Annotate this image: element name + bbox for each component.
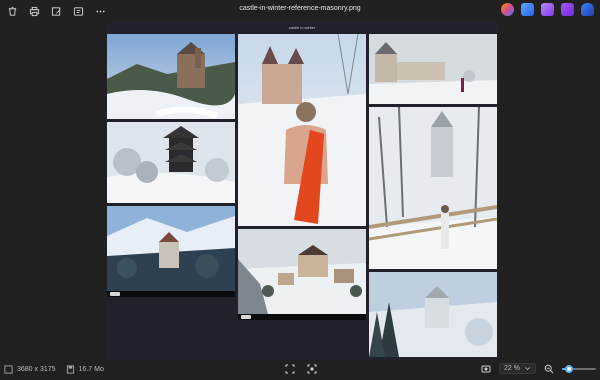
clipchamp-icon[interactable] [541,3,554,16]
designer-icon[interactable] [521,3,534,16]
zoom-controls: 22 % [481,363,596,374]
chevron-down-icon [525,367,530,371]
zoom-out-icon[interactable] [544,364,554,374]
file-size-icon [66,365,74,374]
image-title-text: castle in winter [288,25,316,30]
photo-pagoda-castle [107,122,235,203]
status-bar: 3680 x 3175 16.7 Mo 22 % [0,360,600,380]
photo-credit-bar [107,291,235,297]
photo-neuschwanstein-fence [369,107,497,269]
copilot-icon[interactable] [501,3,514,16]
image-dimensions-text: 3680 x 3175 [17,366,56,373]
photo-woman-red-scarf [238,34,366,226]
photo-bran-castle [107,206,235,291]
image-viewer-canvas[interactable]: castle in winter [0,22,600,360]
image-dimensions-icon [4,365,13,374]
photo-castle-forest [369,272,497,357]
screenshot-icon[interactable] [481,364,491,374]
photo-chateau-snow [369,34,497,104]
photo-castle-hill [107,34,235,119]
file-size-text: 16.7 Mo [78,366,104,373]
zoom-slider[interactable] [562,364,596,374]
masonry-image: castle in winter [106,22,498,360]
zoom-dropdown[interactable]: 22 % [499,363,536,374]
actual-size-icon[interactable] [307,364,317,374]
photo-village-castle [238,229,366,314]
toolbar-app-icons [501,3,594,16]
fit-to-window-icon[interactable] [285,364,295,374]
clipchamp-video-icon[interactable] [561,3,574,16]
zoom-slider-thumb[interactable] [565,364,574,373]
zoom-value: 22 % [504,365,520,372]
onedrive-icon[interactable] [581,3,594,16]
top-toolbar: castle-in-winter-reference-masonry.png [0,0,600,22]
image-info: 3680 x 3175 16.7 Mo [4,365,104,374]
photo-credit-bar [238,314,366,320]
view-controls [285,364,317,374]
